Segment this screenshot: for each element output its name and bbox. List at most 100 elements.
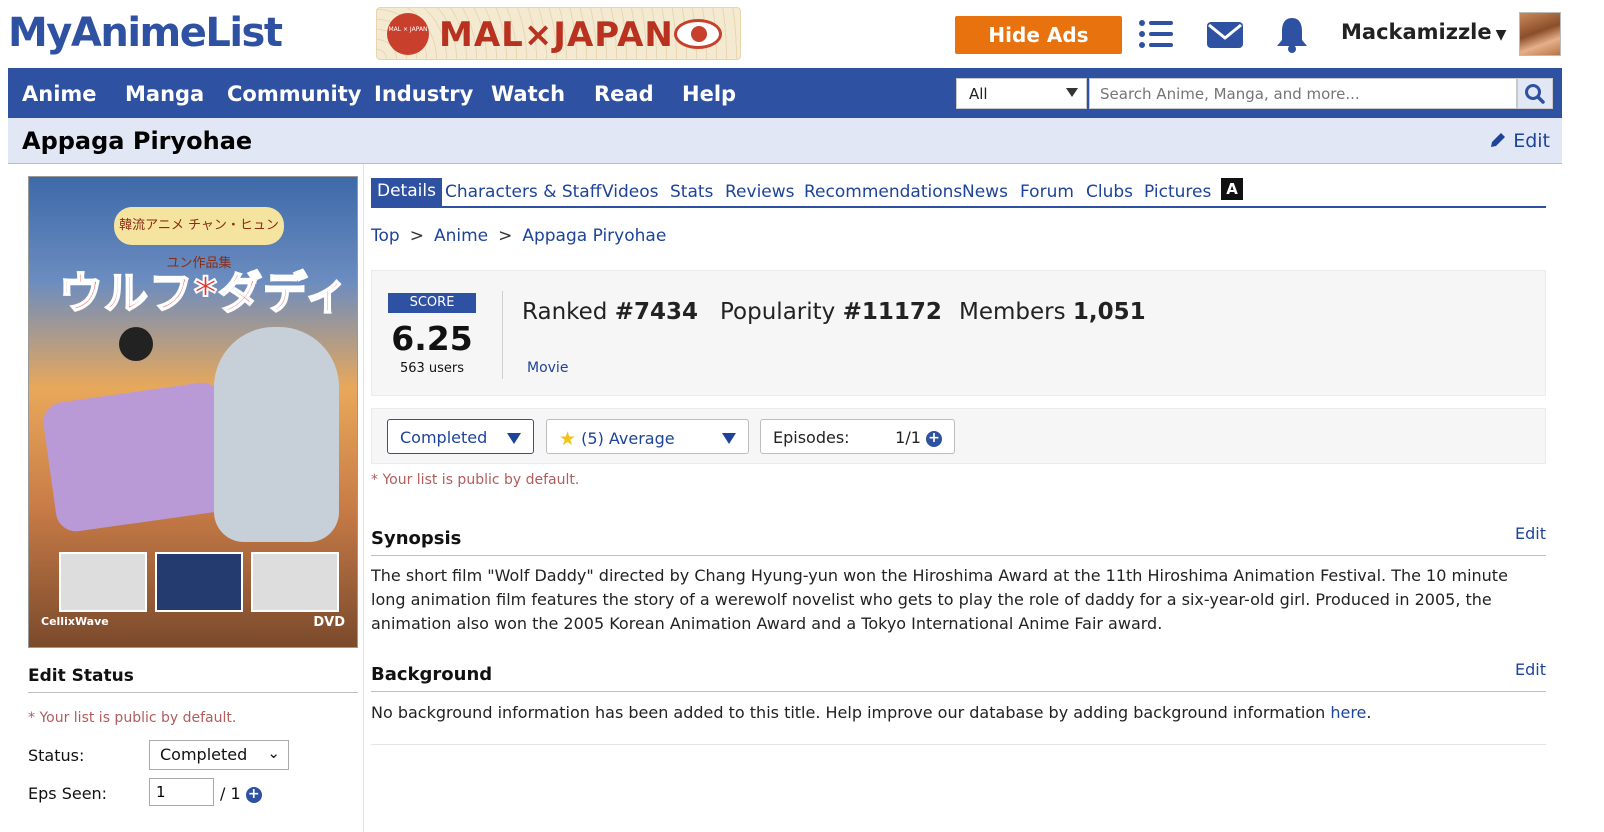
nav-anime[interactable]: Anime	[22, 81, 97, 107]
anime-poster[interactable]: 韓流アニメ チャン・ヒュンユン作品集 ウルフ*ダディ CellixWave DV…	[28, 176, 358, 648]
increment-episode-icon[interactable]: +	[245, 786, 262, 803]
eps-total: / 1 +	[220, 784, 262, 803]
promo-banner[interactable]: MAL × JAPAN MAL×JAPAN	[376, 7, 741, 60]
tab-characters-staff[interactable]: Characters & Staff	[445, 179, 601, 207]
poster-girl-art	[119, 327, 153, 361]
synopsis-text: The short film "Wolf Daddy" directed by …	[371, 566, 1508, 633]
background-title: Background	[371, 664, 493, 685]
tab-forum[interactable]: Forum	[1020, 179, 1074, 207]
list-status-value: Completed	[400, 428, 488, 447]
star-icon: ★	[559, 428, 577, 450]
detail-tabs: Details Characters & Staff Videos Stats …	[371, 176, 1546, 208]
status-label: Status:	[28, 746, 85, 765]
ranked-stat[interactable]: Ranked #7434	[522, 299, 698, 325]
banner-eye-icon	[674, 19, 722, 49]
tab-recommendations[interactable]: Recommendations	[804, 179, 962, 207]
status-select[interactable]: Completed ⌄	[149, 740, 289, 770]
synopsis-title: Synopsis	[371, 528, 462, 549]
score-select-value: (5) Average	[581, 429, 675, 448]
stats-divider	[502, 291, 503, 379]
edit-background-link[interactable]: Edit	[1515, 660, 1546, 679]
public-list-note: * Your list is public by default.	[28, 710, 237, 726]
edit-status-heading: Edit Status	[28, 666, 358, 693]
title-bar: Appaga Piryohae Edit	[8, 118, 1562, 164]
tab-stats[interactable]: Stats	[670, 179, 713, 207]
search-button[interactable]	[1517, 78, 1553, 109]
site-logo[interactable]: MyAnimeList	[8, 8, 283, 58]
breadcrumb-separator: >	[498, 226, 513, 246]
stats-box: SCORE 6.25 563 users Ranked #7434 Popula…	[371, 270, 1546, 396]
nav-community[interactable]: Community	[227, 81, 361, 107]
avatar[interactable]	[1519, 12, 1561, 56]
envelope-icon[interactable]	[1205, 14, 1245, 54]
poster-publisher-logo: CellixWave	[41, 615, 109, 628]
left-sidebar: 韓流アニメ チャン・ヒュンユン作品集 ウルフ*ダディ CellixWave DV…	[8, 164, 364, 832]
score-dropdown[interactable]: ★ (5) Average	[546, 419, 749, 454]
search-input[interactable]	[1089, 78, 1517, 109]
eps-seen-input[interactable]	[149, 778, 214, 806]
background-end: .	[1366, 703, 1372, 722]
breadcrumb-top[interactable]: Top	[371, 226, 400, 246]
anilist-icon[interactable]: A	[1221, 178, 1243, 200]
public-list-note: * Your list is public by default.	[371, 472, 580, 488]
tab-news[interactable]: News	[962, 179, 1008, 207]
poster-bed-art	[40, 380, 238, 534]
breadcrumb-separator: >	[409, 226, 424, 246]
main-nav: Anime Manga Community Industry Watch Rea…	[8, 68, 1562, 118]
hide-ads-button[interactable]: Hide Ads	[955, 16, 1122, 54]
search-icon	[1525, 84, 1545, 104]
chevron-down-icon: ⌄	[267, 744, 280, 762]
top-header: MyAnimeList MAL × JAPAN MAL×JAPAN Hide A…	[0, 0, 1604, 68]
list-status-dropdown[interactable]: Completed	[387, 419, 534, 454]
tab-clubs[interactable]: Clubs	[1086, 179, 1133, 207]
search-category-value: All	[969, 85, 988, 103]
poster-wolf-art	[214, 327, 339, 542]
poster-title: ウルフ*ダディ	[58, 267, 350, 320]
poster-subtitle: 韓流アニメ チャン・ヒュンユン作品集	[114, 207, 284, 271]
popularity-stat[interactable]: Popularity #11172	[720, 299, 942, 325]
dropdown-arrow-icon	[722, 433, 736, 444]
increment-episode-icon[interactable]: +	[926, 430, 942, 447]
status-select-value: Completed	[160, 745, 248, 764]
breadcrumb-anime[interactable]: Anime	[434, 226, 488, 246]
nav-manga[interactable]: Manga	[125, 81, 204, 107]
nav-watch[interactable]: Watch	[491, 81, 565, 107]
nav-read[interactable]: Read	[594, 81, 654, 107]
banner-emblem: MAL × JAPAN	[387, 13, 429, 55]
episodes-label: Episodes:	[773, 428, 850, 447]
user-menu[interactable]: Mackamizzle ▼	[1341, 20, 1506, 44]
bell-icon[interactable]	[1272, 14, 1312, 54]
members-value: 1,051	[1072, 299, 1146, 325]
episodes-count: 1/1 +	[895, 428, 942, 447]
popularity-value: #11172	[842, 299, 942, 325]
background-here-link[interactable]: here	[1330, 703, 1366, 722]
type-link[interactable]: Movie	[527, 360, 568, 376]
breadcrumb-current[interactable]: Appaga Piryohae	[522, 226, 666, 246]
tab-details[interactable]: Details	[371, 178, 442, 206]
members-label: Members	[959, 299, 1066, 325]
episodes-control: Episodes: 1/1 +	[760, 419, 955, 454]
tab-pictures[interactable]: Pictures	[1144, 179, 1211, 207]
ranked-label: Ranked	[522, 299, 608, 325]
background-body: No background information has been added…	[371, 703, 1331, 722]
background-heading: Background Edit	[371, 660, 1546, 692]
nav-industry[interactable]: Industry	[374, 81, 473, 107]
pencil-icon	[1491, 133, 1506, 147]
tab-videos[interactable]: Videos	[602, 179, 659, 207]
dropdown-arrow-icon	[507, 433, 521, 444]
tab-reviews[interactable]: Reviews	[725, 179, 795, 207]
members-stat[interactable]: Members 1,051	[959, 299, 1146, 325]
list-icon[interactable]	[1136, 14, 1176, 54]
edit-synopsis-link[interactable]: Edit	[1515, 524, 1546, 543]
edit-label: Edit	[1513, 130, 1550, 152]
nav-help[interactable]: Help	[682, 81, 736, 107]
synopsis-heading: Synopsis Edit	[371, 524, 1546, 556]
score-value: 6.25	[391, 319, 473, 358]
edit-title-link[interactable]: Edit	[1489, 130, 1550, 152]
caret-down-icon: ▼	[1495, 27, 1507, 43]
dropdown-arrow-icon	[1066, 88, 1078, 97]
eps-seen-label: Eps Seen:	[28, 784, 108, 803]
breadcrumb: Top > Anime > Appaga Piryohae	[371, 226, 666, 246]
search-category-select[interactable]: All	[956, 78, 1087, 109]
eps-total-value: / 1	[220, 784, 241, 803]
